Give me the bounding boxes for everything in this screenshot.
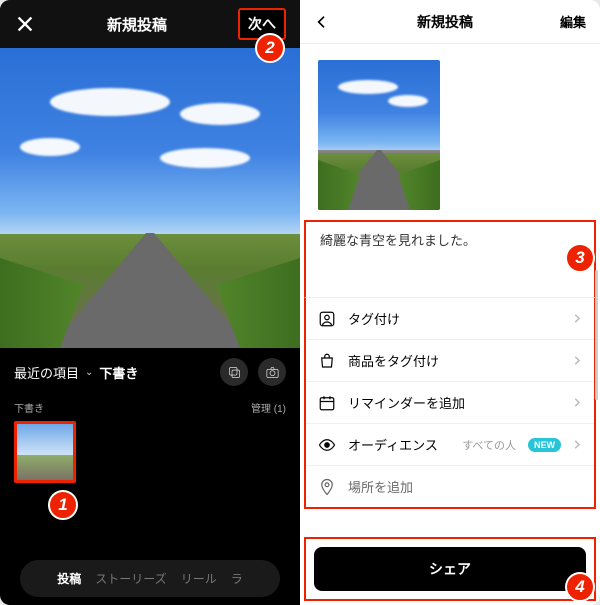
add-location-label: 場所を追加 — [348, 477, 582, 496]
chevron-right-icon — [573, 398, 582, 407]
annotation-badge-1: 1 — [48, 490, 78, 520]
location-icon — [318, 478, 336, 496]
new-post-compose-panel: 新規投稿 編集 綺麗な青空を見れました。 タグ付け — [300, 0, 600, 605]
shopping-bag-icon — [318, 352, 336, 370]
album-dropdown[interactable]: 最近の項目 ⌄ 下書き — [14, 363, 138, 382]
post-options-list: タグ付け 商品をタグ付け リマインダーを追加 オーディエンス すべての人 NEW — [304, 297, 596, 509]
album-selector-row: 最近の項目 ⌄ 下書き — [0, 348, 300, 396]
right-title: 新規投稿 — [417, 12, 473, 32]
left-title: 新規投稿 — [107, 14, 167, 35]
annotation-badge-3: 3 — [565, 243, 595, 273]
chevron-right-icon — [573, 356, 582, 365]
audience-value: すべての人 — [462, 437, 516, 453]
selected-photo-preview[interactable] — [0, 48, 300, 348]
new-post-select-panel: 新規投稿 次へ 最近の項目 ⌄ 下書き — [0, 0, 300, 605]
tag-products-row[interactable]: 商品をタグ付け — [306, 340, 594, 382]
scroll-indicator — [595, 270, 598, 400]
tag-products-label: 商品をタグ付け — [348, 351, 561, 370]
audience-row[interactable]: オーディエンス すべての人 NEW — [306, 424, 594, 466]
caption-text: 綺麗な青空を見れました。 — [320, 233, 476, 248]
add-location-row[interactable]: 場所を追加 — [306, 466, 594, 507]
camera-button[interactable] — [258, 358, 286, 386]
tag-people-row[interactable]: タグ付け — [306, 298, 594, 340]
new-badge: NEW — [528, 438, 561, 452]
album-recent-label: 最近の項目 — [14, 363, 79, 382]
post-preview-thumbnail[interactable] — [318, 60, 440, 210]
multi-select-button[interactable] — [220, 358, 248, 386]
left-header: 新規投稿 次へ — [0, 0, 300, 48]
draft-thumbnail[interactable] — [14, 421, 76, 483]
audience-label: オーディエンス — [348, 435, 450, 454]
back-icon[interactable] — [314, 14, 330, 30]
drafts-header: 下書き 管理 (1) — [0, 396, 300, 421]
tab-live[interactable]: ラ — [231, 570, 243, 587]
eye-icon — [318, 436, 336, 454]
tab-post[interactable]: 投稿 — [57, 570, 81, 587]
add-reminder-row[interactable]: リマインダーを追加 — [306, 382, 594, 424]
drafts-manage[interactable]: 管理 (1) — [251, 400, 286, 415]
chevron-down-icon: ⌄ — [85, 367, 93, 378]
annotation-badge-4: 4 — [565, 572, 595, 602]
drafts-label: 下書き — [14, 400, 44, 415]
share-button[interactable]: シェア — [314, 547, 586, 591]
caption-input[interactable]: 綺麗な青空を見れました。 — [304, 220, 596, 297]
tab-reels[interactable]: リール — [181, 570, 217, 587]
person-icon — [318, 310, 336, 328]
tab-stories[interactable]: ストーリーズ — [95, 570, 166, 587]
album-draft-label: 下書き — [99, 363, 138, 382]
chevron-right-icon — [573, 440, 582, 449]
edit-button[interactable]: 編集 — [560, 12, 586, 31]
calendar-icon — [318, 394, 336, 412]
share-button-container: シェア — [304, 537, 596, 601]
chevron-right-icon — [573, 314, 582, 323]
right-header: 新規投稿 編集 — [300, 0, 600, 44]
add-reminder-label: リマインダーを追加 — [348, 393, 561, 412]
bottom-mode-tabs: 投稿 ストーリーズ リール ラ — [20, 560, 280, 597]
tag-people-label: タグ付け — [348, 309, 561, 328]
annotation-badge-2: 2 — [255, 33, 285, 63]
close-icon[interactable] — [14, 13, 36, 35]
